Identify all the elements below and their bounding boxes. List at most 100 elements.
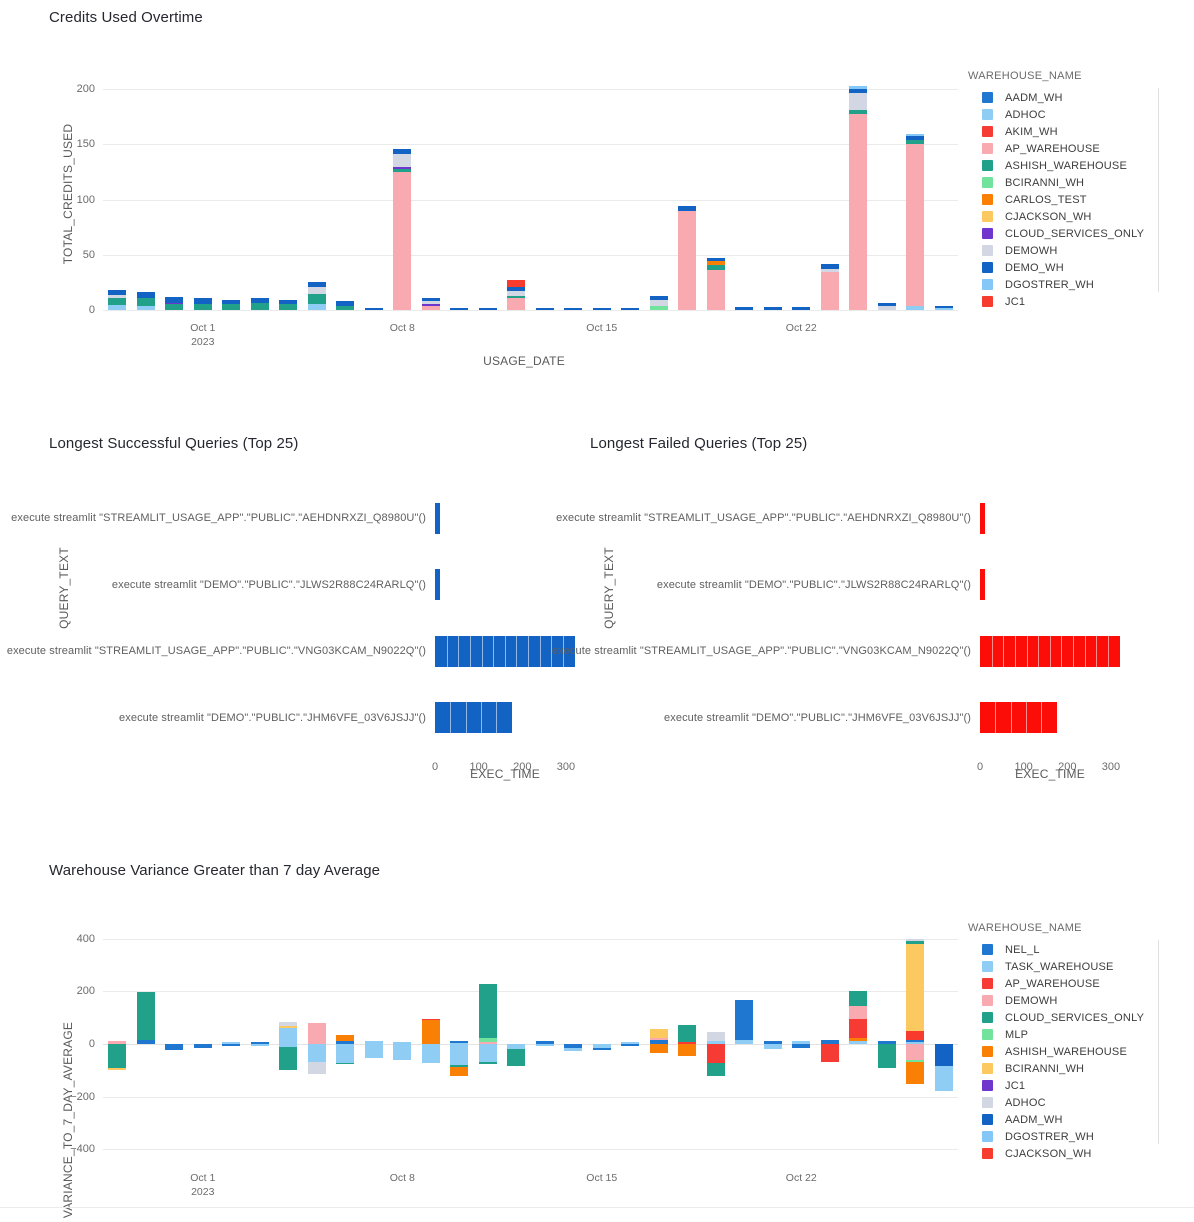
- bar-segment: [136, 292, 155, 298]
- legend-color-swatch: [982, 296, 993, 307]
- legend-item[interactable]: AADM_WH: [968, 1111, 1144, 1128]
- variance-bar: [250, 928, 269, 1160]
- bar-segment: [507, 287, 526, 291]
- legend-item[interactable]: AP_WAREHOUSE: [968, 140, 1144, 157]
- bar-segment: [621, 307, 640, 310]
- legend-item-label: CJACKSON_WH: [1005, 1147, 1092, 1160]
- variance-plot-area: 400 200 0 −200 −400 Oct 1 2023 Oct 8 Oct 15 Oct 2…: [70, 928, 958, 1198]
- bar-segment-divider: [1038, 635, 1040, 667]
- bar-segment: [877, 1044, 896, 1069]
- legend-color-swatch: [982, 1080, 993, 1091]
- bar-segment: [649, 296, 668, 300]
- legend-item-label: AADM_WH: [1005, 91, 1063, 104]
- query-bar: [980, 635, 1120, 667]
- bar-segment: [222, 299, 241, 305]
- variance-legend-title: WAREHOUSE_NAME: [968, 922, 1082, 934]
- bar-segment: [336, 1062, 355, 1065]
- bar-segment-divider: [1014, 635, 1016, 667]
- variance-bar: [877, 928, 896, 1160]
- bar-segment: [849, 1005, 868, 1020]
- legend-item-label: MLP: [1005, 1028, 1029, 1041]
- bar-segment: [307, 1044, 326, 1063]
- bar-segment: [849, 114, 868, 310]
- legend-item-label: DEMO_WH: [1005, 261, 1064, 274]
- x-axis-tick-label: Oct 8: [389, 1172, 415, 1184]
- legend-item[interactable]: TASK_WAREHOUSE: [968, 958, 1144, 975]
- legend-item[interactable]: AKIM_WH: [968, 123, 1144, 140]
- legend-color-swatch: [982, 1131, 993, 1142]
- legend-item[interactable]: DGOSTRER_WH: [968, 1128, 1144, 1145]
- legend-item[interactable]: BCIRANNI_WH: [968, 174, 1144, 191]
- bar-segment: [336, 301, 355, 306]
- variance-bar: [906, 928, 925, 1160]
- legend-item-label: BCIRANNI_WH: [1005, 1062, 1085, 1075]
- legend-item[interactable]: JC1: [968, 1077, 1144, 1094]
- bar-segment: [934, 308, 953, 310]
- credits-bar: [250, 78, 269, 310]
- legend-item[interactable]: AADM_WH: [968, 89, 1144, 106]
- y-axis-tick-label: 200: [76, 985, 95, 998]
- bar-segment: [393, 153, 412, 167]
- credits-bar: [649, 78, 668, 310]
- bar-segment: [706, 1062, 725, 1077]
- bar-segment: [735, 306, 754, 310]
- bar-segment-divider: [1026, 702, 1028, 734]
- bar-segment: [877, 303, 896, 307]
- legend-item[interactable]: ADHOC: [968, 106, 1144, 123]
- bar-segment: [592, 1047, 611, 1050]
- y-axis-tick-label: 0: [88, 304, 95, 316]
- credits-bar: [222, 78, 241, 310]
- credits-plot-area: 0 50 100 150 200 Oct 1 2023 Oct 8 Oct 15 Oct 22: [77, 78, 958, 348]
- variance-bar: [108, 928, 127, 1160]
- bar-segment-divider: [493, 635, 495, 667]
- credits-bar: [336, 78, 355, 310]
- credits-bar: [535, 78, 554, 310]
- legend-item[interactable]: BCIRANNI_WH: [968, 1060, 1144, 1077]
- legend-color-swatch: [982, 177, 993, 188]
- bar-segment: [193, 1044, 212, 1049]
- legend-color-swatch: [982, 978, 993, 989]
- bar-segment: [193, 298, 212, 304]
- legend-item[interactable]: DEMOWH: [968, 242, 1144, 259]
- legend-item-label: AADM_WH: [1005, 1113, 1063, 1126]
- legend-item[interactable]: MLP: [968, 1026, 1144, 1043]
- credits-bar: [450, 78, 469, 310]
- credits-bar: [906, 78, 925, 310]
- bar-segment: [279, 1047, 298, 1071]
- bar-segment: [250, 1044, 269, 1046]
- legend-item[interactable]: JC1: [968, 293, 1144, 310]
- variance-bar: [364, 928, 383, 1160]
- bar-segment: [193, 303, 212, 310]
- legend-item[interactable]: CJACKSON_WH: [968, 1145, 1144, 1162]
- failed-y-axis-title: QUERY_TEXT: [602, 547, 616, 629]
- credits-bar: [279, 78, 298, 310]
- legend-item[interactable]: ASHISH_WAREHOUSE: [968, 157, 1144, 174]
- query-bar: [435, 702, 512, 734]
- legend-item[interactable]: CARLOS_TEST: [968, 191, 1144, 208]
- legend-item[interactable]: CLOUD_SERVICES_ONLY: [968, 1009, 1144, 1026]
- legend-item[interactable]: ASHISH_WAREHOUSE: [968, 1043, 1144, 1060]
- bar-segment-divider: [1010, 702, 1012, 734]
- legend-item[interactable]: ADHOC: [968, 1094, 1144, 1111]
- bar-segment: [849, 89, 868, 94]
- legend-color-swatch: [982, 143, 993, 154]
- bar-segment: [678, 1044, 697, 1056]
- bar-segment: [507, 279, 526, 288]
- variance-bar: [706, 928, 725, 1160]
- bar-segment-divider: [1049, 635, 1051, 667]
- bar-segment: [364, 1044, 383, 1058]
- legend-item[interactable]: NEL_L: [968, 941, 1144, 958]
- legend-item[interactable]: CJACKSON_WH: [968, 208, 1144, 225]
- query-text-label: execute streamlit "STREAMLIT_USAGE_APP".…: [556, 512, 971, 525]
- bar-segment: [849, 93, 868, 111]
- legend-item[interactable]: CLOUD_SERVICES_ONLY: [968, 225, 1144, 242]
- y-axis-tick-label: 50: [82, 248, 95, 261]
- page-bottom-divider: [0, 1207, 1194, 1208]
- legend-item[interactable]: DGOSTRER_WH: [968, 276, 1144, 293]
- legend-item[interactable]: AP_WAREHOUSE: [968, 975, 1144, 992]
- legend-item[interactable]: DEMO_WH: [968, 259, 1144, 276]
- legend-item[interactable]: DEMOWH: [968, 992, 1144, 1009]
- legend-item-label: CARLOS_TEST: [1005, 193, 1087, 206]
- legend-color-swatch: [982, 228, 993, 239]
- bar-segment: [165, 1044, 184, 1050]
